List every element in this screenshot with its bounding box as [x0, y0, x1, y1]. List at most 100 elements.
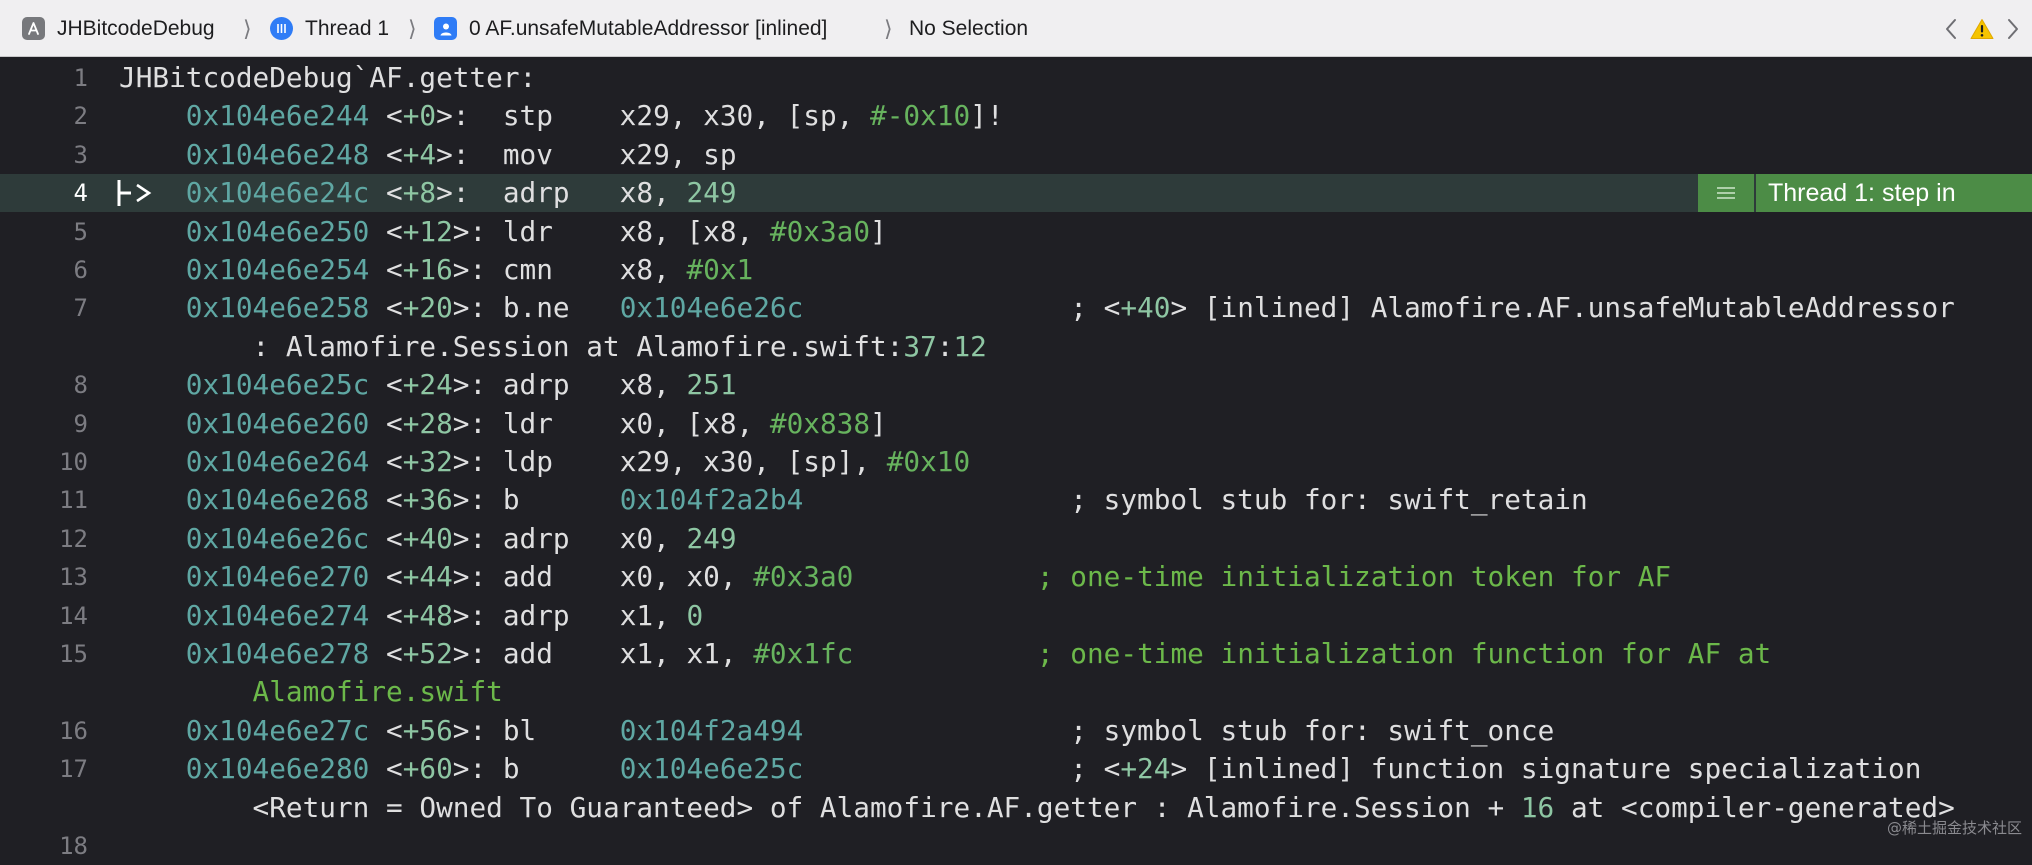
code-line: 0x104e6e274 <+48>: adrp x1, 0 [119, 597, 703, 635]
code-token: >: add x0, x0, [452, 560, 754, 594]
code-token: +16 [402, 253, 453, 286]
code-token: >: b [452, 483, 620, 517]
line-number[interactable]: 9 [0, 405, 88, 443]
code-token: < [369, 445, 403, 478]
code-line: 0x104e6e24c <+8>: adrp x8, 249 [119, 174, 737, 212]
code-token: 0x104e6e26c [185, 521, 370, 555]
line-number[interactable]: 10 [0, 443, 88, 481]
chevron-right-icon [2008, 18, 2018, 39]
code-token: +28 [402, 406, 453, 440]
code-line: 0x104e6e270 <+44>: add x0, x0, #0x3a0 ; … [119, 558, 1671, 596]
code-token: < [369, 521, 403, 555]
line-number[interactable]: 13 [0, 558, 88, 596]
code-line: 0x104e6e25c <+24>: adrp x8, 251 [119, 366, 737, 404]
code-line: JHBitcodeDebug`AF.getter: [119, 59, 536, 97]
line-number[interactable]: 6 [0, 251, 88, 289]
line-number[interactable]: 11 [0, 481, 88, 519]
line-number[interactable] [0, 789, 88, 827]
line-number[interactable] [0, 328, 88, 366]
code-token: >: bl [452, 713, 620, 747]
previous-issue-button[interactable] [1944, 0, 1958, 57]
thread-step-badge[interactable]: Thread 1: step in [1698, 174, 2032, 212]
code-token: <Return = Owned To Guaranteed> of Alamof… [119, 790, 1521, 824]
code-token: +40 [402, 521, 453, 555]
code-line: 0x104e6e280 <+60>: b 0x104e6e25c ; <+24>… [119, 750, 1922, 788]
code-token: ; one-time initialization token for AF [1036, 560, 1672, 594]
disassembly-editor[interactable]: 1 JHBitcodeDebug`AF.getter: 2 0x104e6e244 … [0, 57, 2032, 860]
code-token: Alamofire.swift [252, 675, 503, 709]
line-number[interactable]: 16 [0, 712, 88, 750]
code-token: +52 [402, 637, 453, 670]
code-line: 0x104e6e250 <+12>: ldr x8, [x8, #0x3a0] [119, 213, 887, 251]
line-number[interactable]: 8 [0, 366, 88, 404]
code-token: 249 [686, 176, 737, 210]
code-token: 0x104e6e264 [185, 445, 370, 478]
line-number[interactable]: 18 [0, 827, 88, 865]
line-number[interactable]: 1 [0, 59, 88, 97]
code-token: ; < [803, 291, 1121, 325]
code-token: #0x1 [686, 253, 754, 286]
code-token: +4 [402, 137, 437, 171]
code-token: >: add x1, x1, [452, 637, 754, 670]
code-token: >: adrp x1, [452, 598, 687, 632]
code-token: : [936, 329, 954, 363]
code-token: +24 [1120, 752, 1171, 786]
line-number[interactable]: 5 [0, 213, 88, 251]
next-issue-button[interactable] [2006, 0, 2020, 57]
code-line: 0x104e6e248 <+4>: mov x29, sp [119, 136, 737, 174]
line-number[interactable]: 14 [0, 597, 88, 635]
badge-menu-icon[interactable] [1698, 174, 1756, 212]
code-token: 0x104e6e250 [185, 214, 370, 248]
line-number[interactable]: 15 [0, 635, 88, 673]
code-token: >: adrp x8, [436, 176, 687, 210]
code-token: 0x104e6e278 [185, 637, 370, 670]
code-token: < [369, 99, 403, 133]
code-token: 0x104e6e26c [619, 291, 804, 325]
code-token: +8 [402, 176, 437, 210]
user-frame-icon [434, 17, 457, 40]
jumpbar-thread[interactable]: Thread 1 [270, 0, 389, 57]
chevron-left-icon [1946, 18, 1956, 39]
code-token: < [369, 176, 403, 210]
line-number[interactable]: 7 [0, 289, 88, 327]
code-token: JHBitcodeDebug`AF.getter: [119, 61, 537, 94]
line-number[interactable]: 3 [0, 136, 88, 174]
jumpbar-project[interactable]: JHBitcodeDebug [22, 0, 215, 57]
code-token: >: cmn x8, [452, 253, 687, 286]
line-number[interactable]: 4 [0, 174, 88, 212]
line-number[interactable]: 2 [0, 97, 88, 135]
code-token: 0x104e6e280 [185, 752, 370, 786]
code-token: < [369, 560, 403, 594]
code-line: 0x104e6e260 <+28>: ldr x0, [x8, #0x838] [119, 405, 887, 443]
code-token: < [369, 253, 403, 286]
jumpbar-frame[interactable]: 0 AF.unsafeMutableAddressor [inlined] [434, 0, 827, 57]
code-token: 0x104e6e260 [185, 406, 370, 440]
code-token: #0x1fc [753, 637, 854, 670]
code-token: >: adrp x0, [452, 521, 687, 555]
code-token: 0x104e6e274 [185, 598, 370, 632]
line-number[interactable]: 17 [0, 750, 88, 788]
code-token: +48 [402, 598, 453, 632]
line-number[interactable]: 12 [0, 520, 88, 558]
jumpbar-selection[interactable]: No Selection [909, 0, 1028, 57]
code-token: +36 [402, 483, 453, 517]
app-icon [22, 17, 45, 40]
code-token: +44 [402, 560, 453, 594]
code-line: Alamofire.swift [119, 673, 503, 711]
code-token: 16 [1520, 790, 1555, 824]
code-line: 0x104e6e278 <+52>: add x1, x1, #0x1fc ; … [119, 635, 1771, 673]
code-line: 0x104e6e26c <+40>: adrp x0, 249 [119, 520, 737, 558]
code-token: #0x3a0 [769, 214, 871, 248]
code-line: 0x104e6e268 <+36>: b 0x104f2a2b4 ; symbo… [119, 481, 1588, 519]
code-token: 0x104e6e270 [185, 560, 370, 594]
warning-issue-button[interactable] [1970, 0, 1994, 57]
line-number[interactable] [0, 673, 88, 711]
code-token: ] [870, 214, 887, 248]
code-token: < [369, 637, 403, 670]
